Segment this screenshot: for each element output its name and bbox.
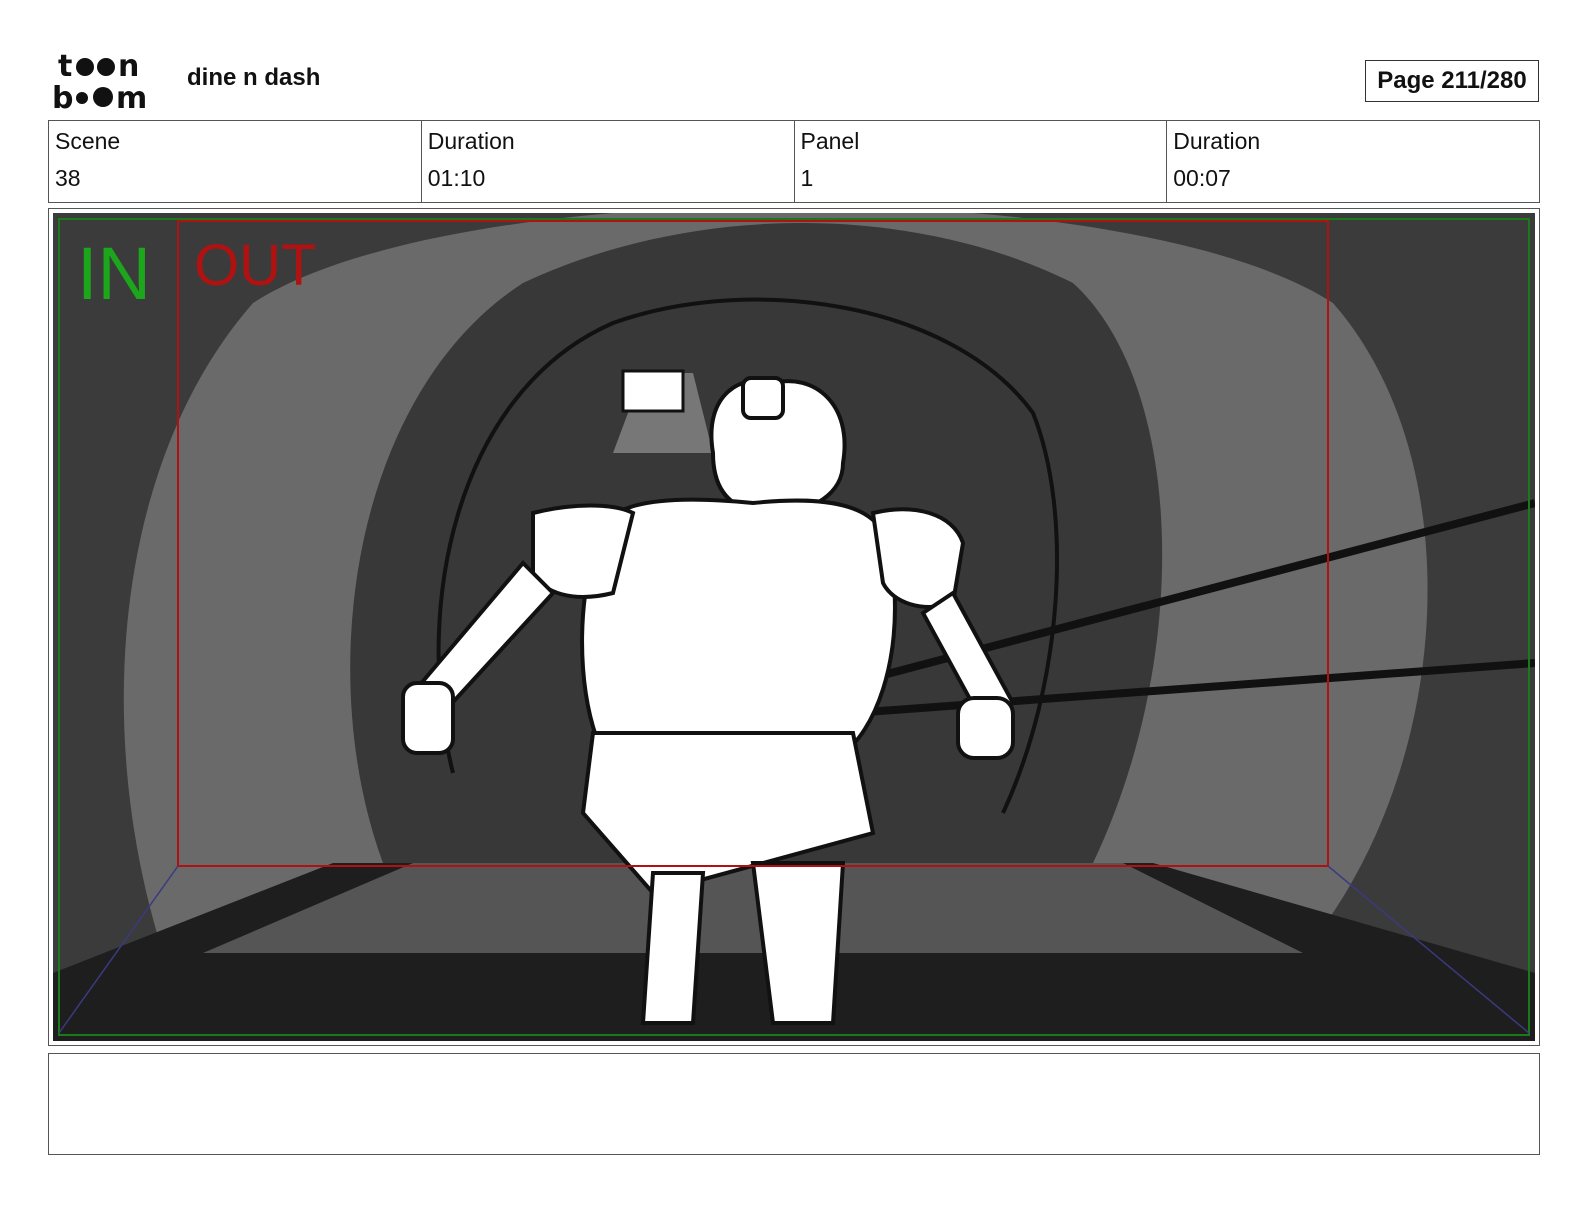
project-title: dine n dash — [187, 64, 321, 91]
field-out-label: OUT — [194, 233, 317, 298]
panel-value: 1 — [800, 165, 814, 191]
panel-duration-label: Duration — [1173, 128, 1261, 154]
panel-duration-value: 00:07 — [1173, 165, 1231, 191]
scene-cell: Scene 38 — [49, 121, 422, 202]
panel-drawing — [53, 213, 1535, 1041]
scene-label: Scene — [55, 128, 121, 154]
scene-duration-label: Duration — [427, 128, 515, 154]
toon-boom-logo: t n b m — [52, 49, 164, 116]
page-indicator: Page 211/280 — [1365, 60, 1539, 102]
panel-notes-box — [48, 1053, 1540, 1155]
svg-text:m: m — [116, 81, 147, 112]
panel-cell: Panel 1 — [795, 121, 1168, 202]
scene-duration-value: 01:10 — [427, 165, 486, 191]
svg-text:b: b — [52, 81, 73, 112]
field-in-label: IN — [77, 232, 151, 315]
storyboard-panel: IN OUT — [48, 208, 1540, 1046]
scene-info-row: Scene 38 Duration 01:10 Panel 1 Duration… — [48, 120, 1540, 203]
svg-text:n: n — [118, 50, 139, 84]
scene-value: 38 — [55, 165, 81, 191]
svg-text:t: t — [58, 50, 72, 84]
scene-duration-cell: Duration 01:10 — [422, 121, 795, 202]
panel-label: Panel — [800, 128, 860, 154]
panel-duration-cell: Duration 00:07 — [1167, 121, 1539, 202]
